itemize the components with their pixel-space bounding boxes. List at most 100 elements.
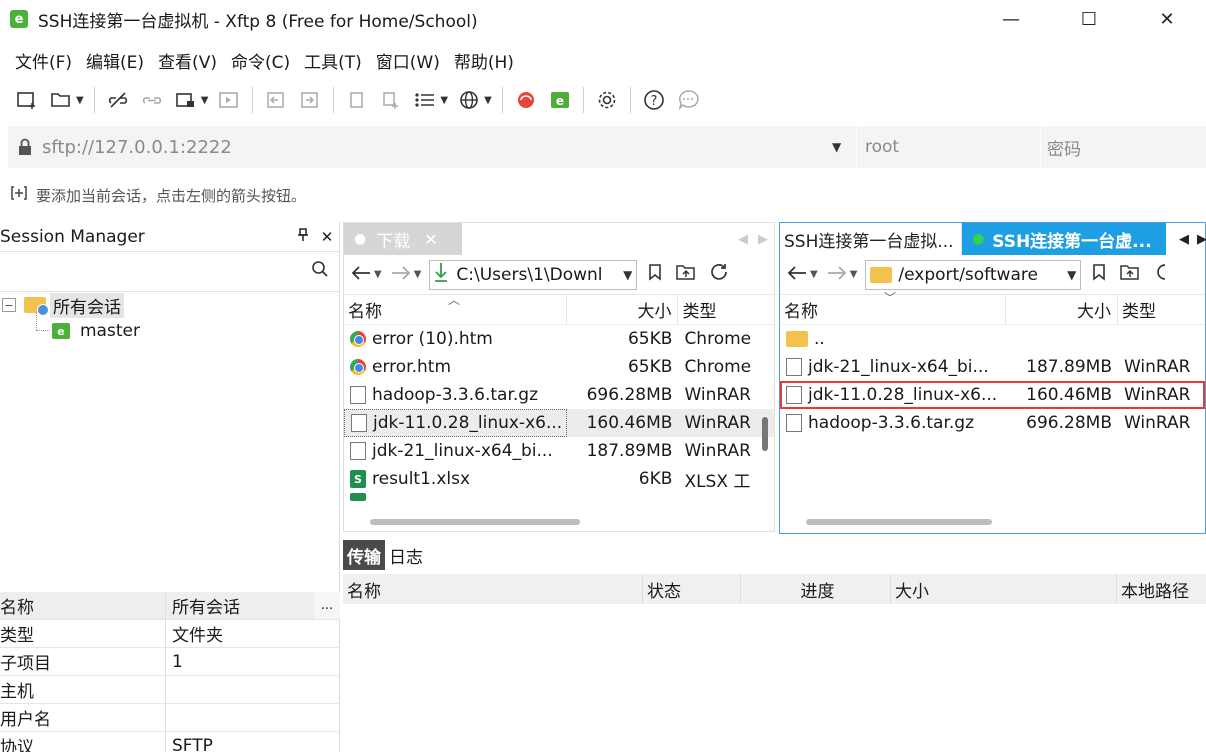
file-name-cell: jdk-21_linux-x64_bi... (344, 437, 567, 465)
tab-scroll-right-icon[interactable]: ▶ (1197, 232, 1206, 247)
column-size[interactable]: 大小 (891, 574, 1117, 604)
tab-close-icon[interactable]: ✕ (424, 230, 437, 249)
menu-command[interactable]: 命令(C) (224, 48, 297, 73)
path-dropdown-icon[interactable]: ▼ (1067, 268, 1076, 282)
file-row[interactable]: error (10).htm 65KB Chrome (344, 325, 774, 353)
column-type[interactable]: 类型 (1118, 295, 1205, 324)
up-folder-icon[interactable] (1119, 263, 1141, 286)
file-row[interactable]: Sresult1.xlsx 6KB XLSX 工 (344, 465, 774, 493)
new-window-icon[interactable] (172, 85, 200, 115)
forward-arrow-icon[interactable] (826, 263, 848, 287)
gear-icon[interactable] (593, 85, 621, 115)
local-horizontal-scrollbar[interactable] (370, 519, 580, 525)
tab-ssh-session-1[interactable]: SSH连接第一台虚拟... (780, 223, 962, 255)
xshell-icon[interactable] (512, 85, 540, 115)
help-icon[interactable]: ? (640, 85, 668, 115)
add-session-arrow-icon[interactable] (10, 184, 30, 206)
file-row-highlighted[interactable]: jdk-11.0.28_linux-x6... 160.46MB WinRAR (780, 381, 1205, 409)
download-icon[interactable] (296, 85, 324, 115)
up-folder-icon[interactable] (675, 263, 697, 286)
menu-help[interactable]: 帮助(H) (447, 48, 521, 73)
session-search[interactable] (0, 252, 339, 292)
back-dropdown-icon[interactable]: ▼ (810, 269, 818, 280)
file-icon (350, 386, 366, 404)
parent-directory-row[interactable]: .. (780, 325, 1205, 353)
pin-icon[interactable] (291, 227, 315, 246)
tab-scroll-arrows: ◀ ▶ (738, 223, 768, 255)
search-icon[interactable] (311, 260, 329, 283)
reconnect-icon[interactable] (138, 85, 166, 115)
list-view-icon[interactable] (411, 85, 439, 115)
bookmark-icon[interactable] (647, 263, 663, 286)
column-progress[interactable]: 进度 (741, 574, 891, 604)
forward-arrow-icon[interactable] (390, 263, 412, 287)
password-field[interactable]: 密码 (1040, 126, 1206, 168)
local-vertical-scrollbar[interactable] (762, 417, 768, 451)
file-name: jdk-21_linux-x64_bi... (808, 357, 989, 377)
maximize-button[interactable]: ☐ (1050, 0, 1128, 38)
tab-scroll-right-icon[interactable]: ▶ (758, 232, 768, 247)
file-row[interactable]: jdk-21_linux-x64_bi... 187.89MB WinRAR (344, 437, 774, 465)
minimize-button[interactable]: — (972, 0, 1050, 38)
tab-scroll-left-icon[interactable]: ◀ (738, 232, 748, 247)
username-field[interactable]: root (856, 126, 1040, 168)
back-arrow-icon[interactable] (350, 263, 372, 287)
view-dropdown-icon[interactable]: ▼ (440, 95, 448, 106)
remote-horizontal-scrollbar[interactable] (806, 519, 992, 525)
menu-file[interactable]: 文件(F) (8, 48, 79, 73)
column-name[interactable]: 名称 (343, 574, 643, 604)
bookmark-icon[interactable] (1091, 263, 1107, 286)
file-row[interactable]: hadoop-3.3.6.tar.gz 696.28MB WinRAR (344, 381, 774, 409)
file-size: 160.46MB (1026, 385, 1112, 405)
copy-icon[interactable] (343, 85, 371, 115)
close-button[interactable]: ✕ (1128, 0, 1206, 38)
terminal-icon[interactable] (215, 85, 243, 115)
encoding-dropdown-icon[interactable]: ▼ (484, 95, 492, 106)
tab-scroll-left-icon[interactable]: ◀ (1179, 232, 1189, 247)
file-name-cell: Sresult1.xlsx (344, 465, 567, 493)
file-row[interactable]: error.htm 65KB Chrome (344, 353, 774, 381)
local-path-input[interactable]: C:\Users\1\Downl ▼ (429, 259, 638, 290)
file-row[interactable]: jdk-21_linux-x64_bi... 187.89MB WinRAR (780, 353, 1205, 381)
tree-node-all-sessions[interactable]: − 所有会话 (2, 292, 124, 318)
column-size[interactable]: 大小 (1006, 295, 1118, 324)
menu-tools[interactable]: 工具(T) (297, 48, 369, 73)
collapse-icon[interactable]: − (2, 298, 16, 312)
column-status[interactable]: 状态 (643, 574, 741, 604)
chat-icon[interactable] (674, 85, 702, 115)
xftp-icon[interactable]: e (546, 85, 574, 115)
address-dropdown-icon[interactable]: ▼ (832, 140, 856, 154)
back-arrow-icon[interactable] (786, 263, 808, 287)
column-local-path[interactable]: 本地路径 (1117, 574, 1206, 604)
window-dropdown-icon[interactable]: ▼ (201, 95, 209, 106)
tab-downloads[interactable]: ● 下载 ✕ (344, 223, 462, 255)
file-row-selected[interactable]: jdk-11.0.28_linux-x6... 160.46MB WinRAR (344, 409, 774, 437)
back-dropdown-icon[interactable]: ▼ (374, 269, 382, 280)
new-session-icon[interactable] (13, 85, 41, 115)
paste-icon[interactable] (377, 85, 405, 115)
open-dropdown-icon[interactable]: ▼ (76, 95, 84, 106)
refresh-icon[interactable] (709, 262, 729, 287)
forward-dropdown-icon[interactable]: ▼ (850, 269, 858, 280)
menu-edit[interactable]: 编辑(E) (79, 48, 151, 73)
file-row[interactable]: hadoop-3.3.6.tar.gz 696.28MB WinRAR (780, 409, 1205, 437)
tab-transfer[interactable]: 传输 (343, 540, 385, 570)
path-dropdown-icon[interactable]: ▼ (623, 268, 632, 282)
address-input[interactable]: sftp://127.0.0.1:2222 (42, 137, 832, 158)
tab-log[interactable]: 日志 (385, 540, 427, 570)
remote-path-input[interactable]: /export/software ▼ (865, 259, 1082, 290)
menu-view[interactable]: 查看(V) (151, 48, 224, 73)
disconnect-icon[interactable] (104, 85, 132, 115)
column-size[interactable]: 大小 (567, 295, 679, 324)
panel-close-icon[interactable]: ✕ (315, 228, 339, 246)
more-button[interactable]: ... (314, 592, 340, 619)
forward-dropdown-icon[interactable]: ▼ (414, 269, 422, 280)
globe-icon[interactable] (455, 85, 483, 115)
open-folder-icon[interactable] (47, 85, 75, 115)
tree-node-master[interactable]: e master (52, 318, 140, 344)
refresh-icon[interactable] (1153, 262, 1167, 287)
tab-ssh-session-2[interactable]: ● SSH连接第一台虚... (962, 223, 1166, 255)
column-type[interactable]: 类型 (678, 295, 774, 324)
upload-icon[interactable] (262, 85, 290, 115)
menu-window[interactable]: 窗口(W) (369, 48, 447, 73)
